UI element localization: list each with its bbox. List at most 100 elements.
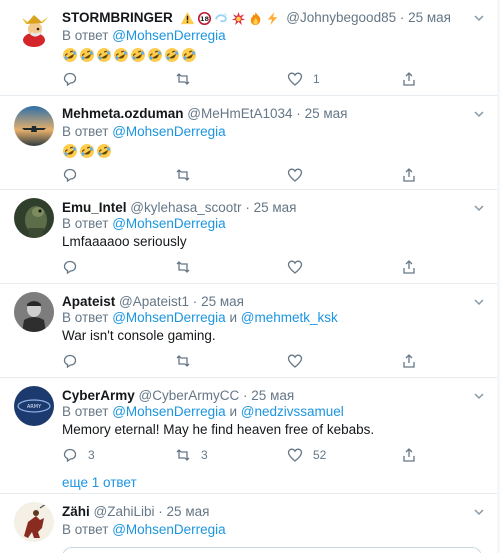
reply-prefix: В ответ [62,404,109,419]
display-name[interactable]: CyberArmy [62,388,135,403]
tweet-apateist[interactable]: Apateist @Apateist1 · 25 мая В ответ @Mo… [0,284,500,378]
display-name[interactable]: Mehmeta.ozduman [62,106,184,121]
separator-dot: · [243,388,248,403]
rolling-on-floor-laughing-emoji [114,47,128,62]
like-count: 52 [313,448,327,462]
chevron-down-icon[interactable] [472,505,486,519]
tweet-cyberarmy[interactable]: ARMY CyberArmy @CyberArmyCC · 25 мая В о… [0,378,500,494]
like-button[interactable]: 52 [287,445,326,465]
display-name[interactable]: STORMBRINGER [62,10,173,25]
tweet-zahi[interactable]: Zähi @ZahiLibi · 25 мая В ответ @MohsenD… [0,494,500,553]
chevron-down-icon[interactable] [472,11,486,25]
tweet-date[interactable]: 25 мая [305,106,348,121]
reply-prefix: В ответ [62,216,109,231]
chevron-down-icon[interactable] [472,107,486,121]
avatar[interactable] [14,292,54,332]
mention-link[interactable]: @mehmetk_ksk [241,310,338,325]
mention-link[interactable]: @MohsenDerregia [112,28,226,43]
mention-link[interactable]: @nedzivssamuel [241,404,344,419]
reply-button[interactable] [62,351,88,371]
tweet-actions [62,351,422,371]
reply-to-line: В ответ @MohsenDerregia [62,215,226,233]
chevron-down-icon[interactable] [472,295,486,309]
like-count: 1 [313,72,320,86]
display-name[interactable]: Emu_Intel [62,200,127,215]
retweet-icon [176,169,190,181]
avatar[interactable] [14,106,54,146]
tweet-header: STORMBRINGER 18 @Johnybegood85 · 25 мая [62,9,451,27]
separator-dot: · [158,504,163,519]
separator-dot: · [296,106,301,121]
retweet-icon [176,355,190,367]
user-handle[interactable]: @Johnybegood85 [286,10,396,25]
retweet-button[interactable] [175,351,201,371]
show-more-replies-link[interactable]: еще 1 ответ [62,474,137,492]
fire-emoji [250,11,260,25]
share-icon [403,168,415,182]
share-button[interactable] [401,351,417,371]
share-button[interactable] [401,69,417,89]
share-button[interactable] [401,165,417,185]
and-word: и [229,310,238,325]
mention-link[interactable]: @MohsenDerregia [112,216,226,231]
chevron-down-icon[interactable] [472,389,486,403]
display-name[interactable]: Zähi [62,504,90,519]
like-button[interactable] [287,165,313,185]
tweet-mehmeta[interactable]: Mehmeta.ozduman @MeHmEtA1034 · 25 мая В … [0,96,500,190]
reply-prefix: В ответ [62,28,109,43]
mention-link[interactable]: @MohsenDerregia [112,522,226,537]
mention-link[interactable]: @MohsenDerregia [112,404,226,419]
reply-button[interactable] [62,69,88,89]
rolling-on-floor-laughing-emoji [63,47,77,62]
share-icon [403,260,415,274]
tweet-emu-intel[interactable]: Emu_Intel @kylehasa_scootr · 25 мая В от… [0,190,500,284]
svg-text:ARMY: ARMY [27,404,42,410]
mention-link[interactable]: @MohsenDerregia [112,310,226,325]
display-name[interactable]: Apateist [62,294,115,309]
tweet-date[interactable]: 25 мая [254,200,297,215]
mention-link[interactable]: @MohsenDerregia [112,124,226,139]
separator-dot: · [399,10,405,25]
retweet-button[interactable] [175,69,201,89]
avatar[interactable] [14,10,54,50]
rolling-on-floor-laughing-emoji [80,144,94,158]
reply-button[interactable] [62,165,88,185]
reply-icon [63,448,77,463]
tweet-date[interactable]: 25 мая [408,10,451,25]
reply-thread: STORMBRINGER 18 @Johnybegood85 · 25 мая … [0,0,500,553]
tweet-actions [62,165,422,185]
user-handle[interactable]: @MeHmEtA1034 [187,106,292,121]
share-button[interactable] [401,445,417,465]
avatar[interactable] [14,502,54,542]
chevron-down-icon[interactable] [472,201,486,215]
heart-icon [287,168,303,182]
tweet-date[interactable]: 25 мая [201,294,244,309]
rolling-on-floor-laughing-emoji [97,144,111,158]
collision-emoji [231,11,245,25]
rolling-on-floor-laughing-emoji [80,47,94,62]
tweet-header: Zähi @ZahiLibi · 25 мая [62,503,209,521]
svg-text:18: 18 [199,15,209,23]
avatar[interactable]: ARMY [14,386,54,426]
tweet-date[interactable]: 25 мая [251,388,294,403]
user-handle[interactable]: @Apateist1 [119,294,189,309]
retweet-button[interactable]: 3 [175,445,208,465]
18-plus-emoji: 18 [197,11,211,25]
like-button[interactable] [287,257,313,277]
like-button[interactable] [287,351,313,371]
tweet-text [62,141,113,161]
like-button[interactable]: 1 [287,69,320,89]
user-handle[interactable]: @kylehasa_scootr [130,200,241,215]
user-handle[interactable]: @CyberArmyCC [139,388,240,403]
reply-button[interactable] [62,257,88,277]
tweet-stormbringer[interactable]: STORMBRINGER 18 @Johnybegood85 · 25 мая … [0,0,500,96]
name-badges: 18 [180,11,280,26]
avatar[interactable] [14,198,54,238]
share-button[interactable] [401,257,417,277]
user-handle[interactable]: @ZahiLibi [94,504,155,519]
reply-button[interactable]: 3 [62,445,95,465]
tweet-date[interactable]: 25 мая [167,504,210,519]
retweet-button[interactable] [175,165,201,185]
retweet-button[interactable] [175,257,201,277]
reply-composer-edge[interactable] [62,547,482,553]
